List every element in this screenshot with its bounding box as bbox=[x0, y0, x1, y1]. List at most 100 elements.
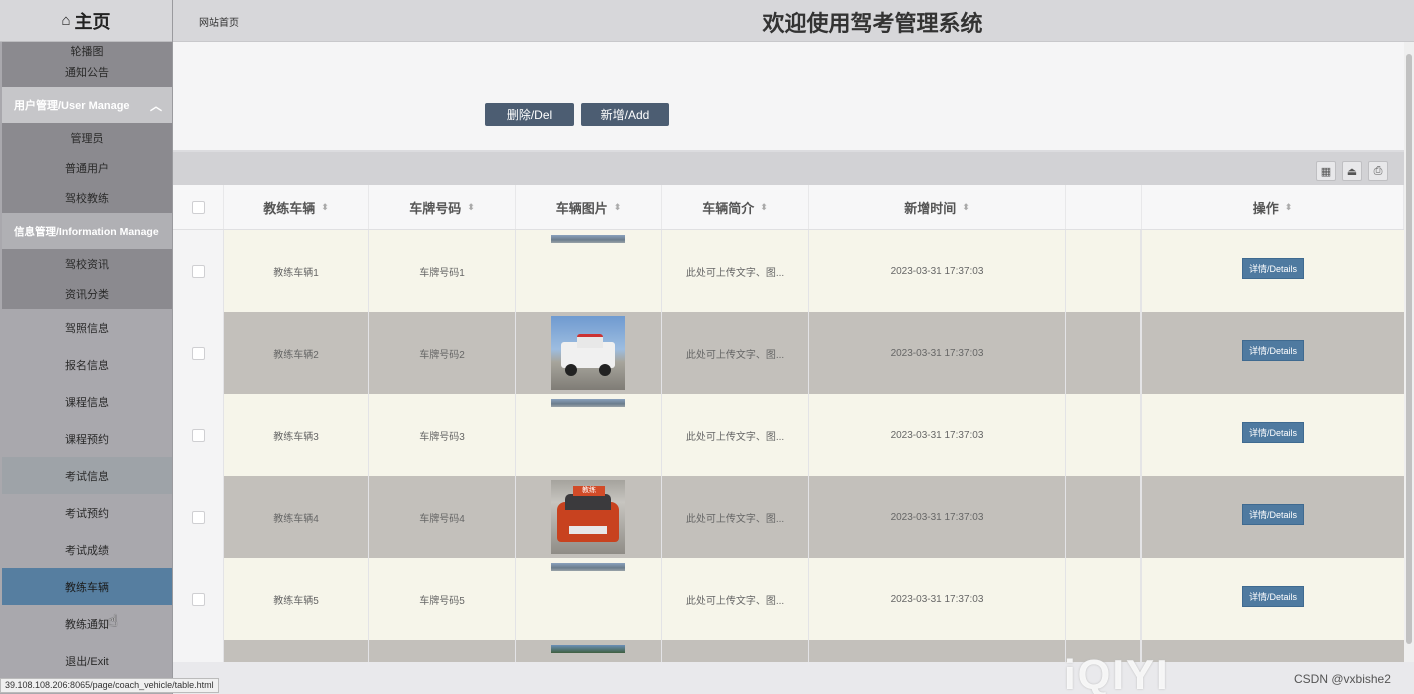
details-button[interactable]: 详情/Details bbox=[1241, 339, 1304, 361]
columns-icon[interactable]: ▦ bbox=[1316, 161, 1336, 181]
vehicle-photo[interactable]: 教练 bbox=[551, 480, 625, 554]
row-checkbox[interactable] bbox=[191, 592, 205, 606]
sidebar-item-8[interactable]: 资讯分类 bbox=[2, 279, 172, 309]
photo-cell bbox=[516, 312, 662, 394]
header-intro[interactable]: 车辆简介 ⬍ bbox=[662, 185, 809, 229]
time-cell: 2023-03-31 17:37:03 bbox=[809, 230, 1066, 312]
partial-cell bbox=[369, 640, 516, 664]
details-button[interactable]: 详情/Details bbox=[1241, 421, 1304, 443]
plate-cell: 车牌号码1 bbox=[369, 230, 516, 312]
add-button[interactable]: 新增/Add bbox=[581, 103, 669, 126]
sidebar-item-12[interactable]: 课程预约 bbox=[2, 420, 172, 457]
print-icon[interactable]: ⎙ bbox=[1368, 161, 1388, 181]
row-checkbox[interactable] bbox=[191, 428, 205, 442]
sidebar-item-0[interactable]: 轮播图 bbox=[2, 42, 172, 57]
row-select-cell bbox=[173, 558, 224, 640]
details-button[interactable]: 详情/Details bbox=[1241, 585, 1304, 607]
plate-number: 车牌号码3 bbox=[419, 431, 465, 443]
sidebar-item-15[interactable]: 考试成绩 bbox=[2, 531, 172, 568]
sidebar-item-label: 通知公告 bbox=[65, 67, 109, 79]
vehicle-cell: 教练车辆4 bbox=[224, 476, 369, 558]
vehicle-photo[interactable] bbox=[551, 563, 625, 571]
time-cell: 2023-03-31 17:37:03 bbox=[809, 476, 1066, 558]
hand-cursor-icon: ☝ bbox=[108, 613, 118, 630]
intro-cell: 此处可上传文字、图... bbox=[662, 394, 809, 476]
page-title: 欢迎使用驾考管理系统 bbox=[762, 11, 983, 36]
vehicle-name: 教练车辆5 bbox=[273, 595, 319, 607]
sidebar-item-9[interactable]: 驾照信息 bbox=[2, 309, 172, 346]
vehicle-photo[interactable] bbox=[551, 316, 625, 390]
photo-cell bbox=[516, 394, 662, 476]
sidebar-item-4[interactable]: 普通用户 bbox=[2, 153, 172, 183]
plate-cell: 车牌号码5 bbox=[369, 558, 516, 640]
car-sign: 教练 bbox=[573, 486, 605, 496]
row-checkbox[interactable] bbox=[191, 346, 205, 360]
sidebar-item-11[interactable]: 课程信息 bbox=[2, 383, 172, 420]
sidebar-item-1[interactable]: 通知公告 bbox=[2, 57, 172, 87]
sidebar-home[interactable]: ⌂ 主页 bbox=[0, 0, 172, 42]
sidebar-item-7[interactable]: 驾校资讯 bbox=[2, 249, 172, 279]
header-time[interactable]: 新增时间 ⬍ bbox=[809, 185, 1066, 229]
sidebar-item-label: 考试预约 bbox=[65, 507, 109, 520]
sidebar-item-label: 教练车辆 bbox=[65, 581, 109, 594]
header-vehicle[interactable]: 教练车辆 ⬍ bbox=[224, 185, 369, 229]
sidebar-item-17[interactable]: 教练通知 bbox=[2, 605, 172, 642]
vehicle-name: 教练车辆3 bbox=[273, 431, 319, 443]
created-time: 2023-03-31 17:37:03 bbox=[890, 265, 984, 277]
vehicle-intro: 此处可上传文字、图... bbox=[685, 513, 785, 525]
sidebar-item-16[interactable]: 教练车辆 bbox=[2, 568, 172, 605]
action-cell: 详情/Details bbox=[1142, 388, 1404, 476]
vehicle-photo[interactable] bbox=[551, 645, 625, 653]
details-button[interactable]: 详情/Details bbox=[1241, 503, 1304, 525]
scrollbar-thumb[interactable] bbox=[1406, 54, 1412, 644]
header-blank bbox=[1066, 185, 1142, 229]
delete-button[interactable]: 删除/Del bbox=[485, 103, 574, 126]
header-actions[interactable]: 操作 ⬍ bbox=[1142, 185, 1404, 229]
sidebar-item-3[interactable]: 管理员 bbox=[2, 123, 172, 153]
sidebar-item-label: 普通用户 bbox=[65, 163, 109, 175]
sidebar-item-2[interactable]: 用户管理/User Manage ︿ bbox=[2, 87, 172, 123]
sidebar-item-6[interactable]: 信息管理/Information Manage bbox=[2, 213, 172, 249]
vehicle-photo[interactable] bbox=[551, 399, 625, 407]
table-row: 教练车辆4 车牌号码4 教练 此处可上传文字、图... 2023-03-31 17:37… bbox=[173, 476, 1404, 558]
export-icon[interactable]: ⏏ bbox=[1342, 161, 1362, 181]
vehicle-cell: 教练车辆5 bbox=[224, 558, 369, 640]
chevron-up-icon: ︿ bbox=[149, 98, 162, 113]
plate-number: 车牌号码2 bbox=[419, 349, 465, 361]
vehicle-cell: 教练车辆2 bbox=[224, 312, 369, 394]
plate-number: 车牌号码1 bbox=[419, 267, 465, 279]
sidebar-item-label: 考试成绩 bbox=[65, 544, 109, 557]
sidebar-item-13[interactable]: 考试信息 bbox=[2, 457, 172, 494]
vehicle-name: 教练车辆4 bbox=[273, 513, 319, 525]
iqiyi-watermark: iQIYI bbox=[1064, 651, 1170, 694]
blank-cell bbox=[1066, 312, 1142, 394]
action-cell: 详情/Details bbox=[1142, 306, 1404, 394]
header-plate[interactable]: 车牌号码 ⬍ bbox=[369, 185, 516, 229]
header-label: 车辆简介 bbox=[702, 200, 755, 216]
sidebar-item-14[interactable]: 考试预约 bbox=[2, 494, 172, 531]
main-content: 删除/Del 新增/Add ▦ ⏏ ⎙ 教练车辆 ⬍ 车牌号码 ⬍ 车辆图片 ⬍ 车辆… bbox=[173, 42, 1404, 664]
sidebar-item-label: 驾校资讯 bbox=[65, 259, 109, 271]
row-checkbox[interactable] bbox=[191, 510, 205, 524]
partial-cell bbox=[173, 640, 224, 664]
select-all-checkbox[interactable] bbox=[191, 200, 205, 214]
table-row: 教练车辆2 车牌号码2 此处可上传文字、图... 2023-03-31 17:37:0… bbox=[173, 312, 1404, 394]
vehicle-cell: 教练车辆1 bbox=[224, 230, 369, 312]
vehicle-intro: 此处可上传文字、图... bbox=[685, 267, 785, 279]
sidebar-item-5[interactable]: 驾校教练 bbox=[2, 183, 172, 213]
row-checkbox[interactable] bbox=[191, 264, 205, 278]
action-cell: 详情/Details bbox=[1142, 224, 1404, 312]
intro-cell: 此处可上传文字、图... bbox=[662, 476, 809, 558]
vertical-scrollbar[interactable] bbox=[1404, 42, 1414, 662]
app-root: ⌂ 主页 轮播图通知公告用户管理/User Manage ︿ 管理员普通用户驾校教练… bbox=[0, 0, 1414, 694]
sidebar-item-label: 驾照信息 bbox=[65, 322, 109, 335]
vehicle-photo[interactable] bbox=[551, 235, 625, 243]
sort-icon: ⬍ bbox=[962, 201, 970, 212]
sidebar-item-10[interactable]: 报名信息 bbox=[2, 346, 172, 383]
vehicle-name: 教练车辆1 bbox=[273, 267, 319, 279]
sidebar-item-18[interactable]: 退出/Exit bbox=[2, 642, 172, 679]
header-photo[interactable]: 车辆图片 ⬍ bbox=[516, 185, 662, 229]
sidebar-item-label: 退出/Exit bbox=[65, 655, 109, 668]
intro-cell: 此处可上传文字、图... bbox=[662, 312, 809, 394]
details-button[interactable]: 详情/Details bbox=[1241, 257, 1304, 279]
